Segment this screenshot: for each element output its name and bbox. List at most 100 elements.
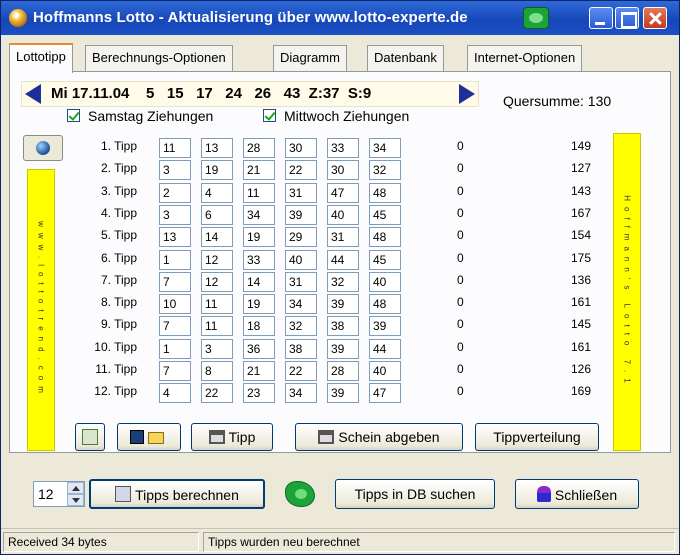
- tip-number-field[interactable]: 48: [369, 294, 401, 314]
- tip-number-field[interactable]: 10: [159, 294, 191, 314]
- tip-number-field[interactable]: 44: [327, 250, 359, 270]
- tip-number-field[interactable]: 34: [369, 138, 401, 158]
- tab-datenbank[interactable]: Datenbank: [367, 45, 444, 71]
- tip-number-field[interactable]: 47: [327, 183, 359, 203]
- tip-number-field[interactable]: 33: [327, 138, 359, 158]
- tip-number-field[interactable]: 3: [159, 160, 191, 180]
- tip-count-spinner[interactable]: [67, 482, 84, 506]
- tip-number-field[interactable]: 22: [285, 361, 317, 381]
- tip-number-field[interactable]: 13: [159, 227, 191, 247]
- tab-internet-optionen[interactable]: Internet-Optionen: [467, 45, 583, 71]
- mittwoch-checkbox[interactable]: Mittwoch Ziehungen: [263, 108, 409, 126]
- tip-number-field[interactable]: 11: [159, 138, 191, 158]
- tip-number-field[interactable]: 38: [327, 316, 359, 336]
- tip-number-field[interactable]: 12: [201, 272, 233, 292]
- tip-number-field[interactable]: 21: [243, 160, 275, 180]
- tip-number-field[interactable]: 44: [369, 339, 401, 359]
- tip-number-field[interactable]: 40: [327, 205, 359, 225]
- save-open-button[interactable]: [117, 423, 181, 451]
- schliessen-button[interactable]: Schließen: [515, 479, 639, 509]
- tip-number-field[interactable]: 29: [285, 227, 317, 247]
- checkbox-checked-icon[interactable]: [67, 109, 80, 122]
- tab-diagramm[interactable]: Diagramm: [273, 45, 347, 71]
- tip-number-field[interactable]: 48: [369, 227, 401, 247]
- tip-number-field[interactable]: 19: [243, 294, 275, 314]
- title-bar[interactable]: Hoffmanns Lotto - Aktualisierung über ww…: [1, 1, 679, 35]
- spin-down-arrow-icon[interactable]: [67, 494, 84, 506]
- tip-number-field[interactable]: 33: [243, 250, 275, 270]
- tip-number-field[interactable]: 34: [285, 383, 317, 403]
- tip-number-field[interactable]: 45: [369, 205, 401, 225]
- tip-number-field[interactable]: 21: [243, 361, 275, 381]
- tip-number-field[interactable]: 39: [369, 316, 401, 336]
- tip-number-field[interactable]: 34: [243, 205, 275, 225]
- tip-number-field[interactable]: 30: [285, 138, 317, 158]
- close-window-button[interactable]: [643, 7, 667, 29]
- right-yellow-banner[interactable]: Hoffmann's Lotto 7.1: [613, 133, 641, 451]
- tip-number-field[interactable]: 11: [201, 294, 233, 314]
- tip-number-field[interactable]: 32: [285, 316, 317, 336]
- samstag-checkbox[interactable]: Samstag Ziehungen: [67, 108, 213, 126]
- tip-number-field[interactable]: 3: [201, 339, 233, 359]
- tip-number-field[interactable]: 1: [159, 250, 191, 270]
- tip-number-field[interactable]: 8: [201, 361, 233, 381]
- tip-number-field[interactable]: 30: [327, 160, 359, 180]
- tip-number-field[interactable]: 19: [243, 227, 275, 247]
- tip-number-field[interactable]: 2: [159, 183, 191, 203]
- tip-number-field[interactable]: 39: [285, 205, 317, 225]
- tipps-berechnen-button[interactable]: Tipps berechnen: [89, 479, 265, 509]
- tip-number-field[interactable]: 12: [201, 250, 233, 270]
- tip-number-field[interactable]: 7: [159, 316, 191, 336]
- tip-number-field[interactable]: 40: [285, 250, 317, 270]
- tip-number-field[interactable]: 32: [369, 160, 401, 180]
- tip-number-field[interactable]: 11: [243, 183, 275, 203]
- tip-number-field[interactable]: 31: [285, 183, 317, 203]
- tip-number-field[interactable]: 6: [201, 205, 233, 225]
- tip-number-field[interactable]: 39: [327, 339, 359, 359]
- globe-button[interactable]: [23, 135, 63, 161]
- tip-number-field[interactable]: 28: [327, 361, 359, 381]
- next-draw-arrow-icon[interactable]: [459, 84, 475, 104]
- tip-number-field[interactable]: 4: [201, 183, 233, 203]
- print-tipp-button[interactable]: Tipp: [191, 423, 273, 451]
- edit-tips-button[interactable]: [75, 423, 105, 451]
- tip-number-field[interactable]: 39: [327, 383, 359, 403]
- tip-number-field[interactable]: 3: [159, 205, 191, 225]
- tip-number-field[interactable]: 48: [369, 183, 401, 203]
- tip-number-field[interactable]: 7: [159, 272, 191, 292]
- tip-number-field[interactable]: 1: [159, 339, 191, 359]
- tip-number-field[interactable]: 11: [201, 316, 233, 336]
- tab-berechnungs-optionen[interactable]: Berechnungs-Optionen: [85, 45, 233, 71]
- tip-number-field[interactable]: 32: [327, 272, 359, 292]
- tip-number-field[interactable]: 23: [243, 383, 275, 403]
- update-clover-icon[interactable]: [523, 7, 549, 29]
- tip-number-field[interactable]: 14: [243, 272, 275, 292]
- tip-number-field[interactable]: 22: [201, 383, 233, 403]
- minimize-button[interactable]: [589, 7, 613, 29]
- tip-number-field[interactable]: 28: [243, 138, 275, 158]
- tip-number-field[interactable]: 13: [201, 138, 233, 158]
- checkbox-checked-icon[interactable]: [263, 109, 276, 122]
- previous-draw-arrow-icon[interactable]: [25, 84, 41, 104]
- tippverteilung-button[interactable]: Tippverteilung: [475, 423, 599, 451]
- maximize-button[interactable]: [615, 7, 639, 29]
- clover-icon[interactable]: [285, 481, 315, 507]
- spin-up-arrow-icon[interactable]: [67, 482, 84, 494]
- schein-abgeben-button[interactable]: Schein abgeben: [295, 423, 463, 451]
- tip-number-field[interactable]: 40: [369, 361, 401, 381]
- tip-number-field[interactable]: 47: [369, 383, 401, 403]
- tip-number-field[interactable]: 40: [369, 272, 401, 292]
- tip-number-field[interactable]: 31: [327, 227, 359, 247]
- tip-number-field[interactable]: 14: [201, 227, 233, 247]
- tip-number-field[interactable]: 39: [327, 294, 359, 314]
- tip-number-field[interactable]: 4: [159, 383, 191, 403]
- tipps-in-db-suchen-button[interactable]: Tipps in DB suchen: [335, 479, 495, 509]
- tip-number-field[interactable]: 34: [285, 294, 317, 314]
- tip-number-field[interactable]: 18: [243, 316, 275, 336]
- tip-number-field[interactable]: 38: [285, 339, 317, 359]
- tab-lottotipp[interactable]: Lottotipp: [9, 43, 73, 73]
- tip-number-field[interactable]: 19: [201, 160, 233, 180]
- tip-number-field[interactable]: 36: [243, 339, 275, 359]
- left-yellow-banner[interactable]: www.lottotrend.com: [27, 169, 55, 451]
- tip-number-field[interactable]: 22: [285, 160, 317, 180]
